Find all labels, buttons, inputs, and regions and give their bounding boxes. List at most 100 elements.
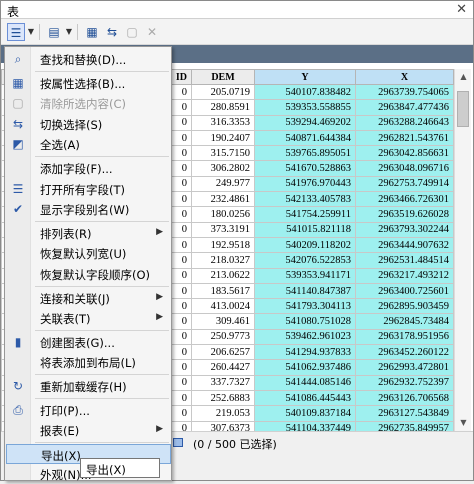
cell-dem[interactable]: 250.9773 <box>191 328 255 346</box>
menu-item[interactable]: ☰ 打开所有字段(T) <box>6 179 171 199</box>
select-by-attributes-icon[interactable]: ▦ <box>83 23 101 41</box>
cell-y[interactable]: 541976.970443 <box>254 175 356 193</box>
cell-y[interactable]: 542133.405783 <box>254 191 356 208</box>
column-header-dem[interactable]: DEM <box>191 69 255 85</box>
menu-item[interactable]: ⇆ 切换选择(S) <box>6 114 171 134</box>
cell-dem[interactable]: 260.4427 <box>191 359 255 376</box>
related-tables-icon[interactable]: ▤ <box>45 23 63 41</box>
switch-selection-icon[interactable]: ⇆ <box>103 23 121 41</box>
cell-x[interactable]: 2963288.246643 <box>355 114 454 131</box>
menu-item[interactable]: 报表(E) ▶ <box>6 420 171 440</box>
cell-x[interactable]: 2963739.754065 <box>355 83 454 101</box>
chevron-down-icon[interactable]: ▼ <box>64 23 74 41</box>
cell-dem[interactable]: 337.7327 <box>191 374 255 391</box>
cell-dem[interactable]: 206.6257 <box>191 344 255 361</box>
cell-y[interactable]: 539353.941171 <box>254 267 356 284</box>
cell-dem[interactable]: 219.053 <box>191 405 255 422</box>
cell-y[interactable]: 541140.847387 <box>254 282 356 300</box>
cell-x[interactable]: 2963127.543849 <box>355 405 454 422</box>
cell-x[interactable]: 2962845.73484 <box>355 313 454 330</box>
cell-x[interactable]: 2962735.849957 <box>355 420 454 431</box>
cell-x[interactable]: 2963466.726301 <box>355 191 454 208</box>
cell-dem[interactable]: 309.461 <box>191 313 255 330</box>
menu-item[interactable]: ▦ 按属性选择(B)... <box>6 73 171 93</box>
cell-x[interactable]: 2963519.626028 <box>355 206 454 223</box>
cell-y[interactable]: 539462.961023 <box>254 328 356 346</box>
cell-x[interactable]: 2963126.706568 <box>355 389 454 407</box>
cell-x[interactable]: 2963793.302244 <box>355 221 454 238</box>
cell-y[interactable]: 541294.937833 <box>254 344 356 361</box>
menu-item[interactable]: 关联表(T) ▶ <box>6 308 171 328</box>
cell-dem[interactable]: 180.0256 <box>191 206 255 223</box>
cell-x[interactable]: 2962821.543761 <box>355 129 454 147</box>
cell-y[interactable]: 540109.837184 <box>254 405 356 422</box>
cell-x[interactable]: 2963048.096716 <box>355 160 454 177</box>
menu-item[interactable]: ▮ 创建图表(G)... <box>6 332 171 352</box>
cell-dem[interactable]: 183.5617 <box>191 282 255 300</box>
cell-y[interactable]: 541015.821118 <box>254 221 356 238</box>
cell-y[interactable]: 539353.558855 <box>254 99 356 116</box>
menu-item[interactable]: ✔ 显示字段别名(W) <box>6 199 171 219</box>
clear-selection-icon[interactable]: ▢ <box>123 23 141 41</box>
cell-x[interactable]: 2963217.493212 <box>355 267 454 284</box>
close-icon[interactable]: ✕ <box>456 2 467 17</box>
cell-dem[interactable]: 316.3353 <box>191 114 255 131</box>
menu-item[interactable]: ↻ 重新加载缓存(H) <box>6 376 171 396</box>
cell-y[interactable]: 540209.118202 <box>254 236 356 254</box>
chevron-down-icon[interactable]: ▼ <box>26 23 36 41</box>
menu-item[interactable]: 排列表(R) ▶ <box>6 223 171 243</box>
menu-item[interactable]: 将表添加到布局(L) <box>6 352 171 372</box>
cell-dem[interactable]: 192.9518 <box>191 236 255 254</box>
cell-dem[interactable]: 280.8591 <box>191 99 255 116</box>
cell-y[interactable]: 539765.895051 <box>254 145 356 162</box>
delete-selected-icon[interactable]: ✕ <box>143 23 161 41</box>
cell-y[interactable]: 541086.445443 <box>254 389 356 407</box>
cell-x[interactable]: 2963847.477436 <box>355 99 454 116</box>
cell-x[interactable]: 2962753.749914 <box>355 175 454 193</box>
table-options-icon[interactable]: ☰ <box>7 23 25 41</box>
cell-y[interactable]: 541062.937486 <box>254 359 356 376</box>
column-header-x[interactable]: X <box>355 69 454 85</box>
cell-y[interactable]: 541793.304113 <box>254 298 356 315</box>
menu-item[interactable]: 添加字段(F)... <box>6 158 171 178</box>
cell-y[interactable]: 541444.085146 <box>254 374 356 391</box>
cell-x[interactable]: 2962531.484514 <box>355 252 454 269</box>
menu-item[interactable]: ⌕ 查找和替换(D)... <box>6 49 171 69</box>
menu-item[interactable]: 恢复默认字段顺序(O) <box>6 264 171 284</box>
cell-x[interactable]: 2963444.907632 <box>355 236 454 254</box>
scrollbar-thumb[interactable] <box>457 91 469 127</box>
selected-records-icon[interactable] <box>173 438 183 447</box>
cell-x[interactable]: 2963042.856631 <box>355 145 454 162</box>
scroll-up-icon[interactable]: ▲ <box>455 69 472 85</box>
cell-dem[interactable]: 252.6883 <box>191 389 255 407</box>
menu-item[interactable]: ◩ 全选(A) <box>6 134 171 154</box>
scroll-down-icon[interactable]: ▼ <box>455 415 472 431</box>
cell-y[interactable]: 541080.751028 <box>254 313 356 330</box>
cell-dem[interactable]: 190.2407 <box>191 129 255 147</box>
cell-dem[interactable]: 205.0719 <box>191 83 255 101</box>
cell-dem[interactable]: 232.4861 <box>191 191 255 208</box>
cell-y[interactable]: 539294.469202 <box>254 114 356 131</box>
cell-dem[interactable]: 213.0622 <box>191 267 255 284</box>
cell-y[interactable]: 542076.522853 <box>254 252 356 269</box>
cell-dem[interactable]: 307.6373 <box>191 420 255 431</box>
cell-x[interactable]: 2962993.472801 <box>355 359 454 376</box>
cell-x[interactable]: 2963452.260122 <box>355 344 454 361</box>
cell-dem[interactable]: 218.0327 <box>191 252 255 269</box>
cell-y[interactable]: 540871.644384 <box>254 129 356 147</box>
vertical-scrollbar[interactable]: ▲ ▼ <box>454 69 471 431</box>
cell-dem[interactable]: 373.3191 <box>191 221 255 238</box>
menu-item[interactable]: ⎙ 打印(P)... <box>6 400 171 420</box>
cell-y[interactable]: 541670.528863 <box>254 160 356 177</box>
cell-x[interactable]: 2962932.752397 <box>355 374 454 391</box>
cell-x[interactable]: 2963400.725601 <box>355 282 454 300</box>
cell-x[interactable]: 2963178.951956 <box>355 328 454 346</box>
cell-y[interactable]: 541104.337449 <box>254 420 356 431</box>
cell-dem[interactable]: 249.977 <box>191 175 255 193</box>
menu-item[interactable]: 连接和关联(J) ▶ <box>6 288 171 308</box>
cell-dem[interactable]: 315.7150 <box>191 145 255 162</box>
cell-y[interactable]: 540107.838482 <box>254 83 356 101</box>
column-header-y[interactable]: Y <box>254 69 356 85</box>
cell-x[interactable]: 2962895.903459 <box>355 298 454 315</box>
cell-dem[interactable]: 306.2802 <box>191 160 255 177</box>
